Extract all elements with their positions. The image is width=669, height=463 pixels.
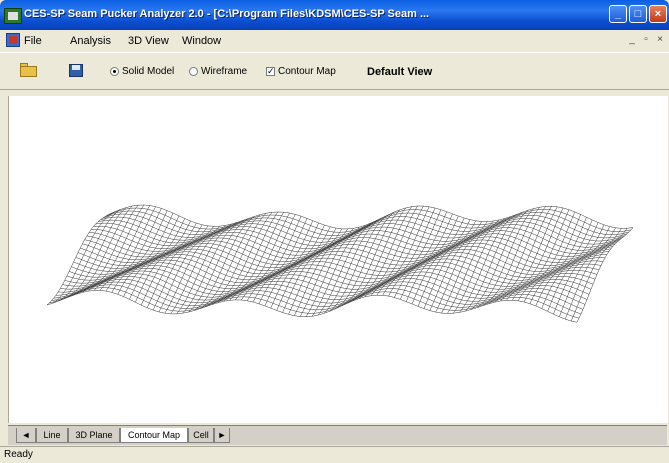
3d-view-canvas[interactable] [8,96,668,423]
close-button[interactable]: × [649,5,667,23]
radio-icon[interactable] [110,66,119,76]
mdi-controls: _ ▫ × [624,34,668,48]
view-tab-strip: ◄ Line 3D Plane Contour Map Cell ► [8,425,667,445]
wireframe-radio[interactable]: Wireframe [189,64,247,80]
menu-analysis[interactable]: Analysis [70,34,111,49]
menu-3d-view[interactable]: 3D View [128,34,169,49]
radio-icon[interactable] [189,66,198,76]
checkbox-icon[interactable] [266,65,275,77]
mdi-restore-button[interactable]: ▫ [640,34,652,46]
window-title: CES-SP Seam Pucker Analyzer 2.0 - [C:\Pr… [24,8,430,20]
contour-map-label: Contour Map [278,66,336,77]
menu-bar: File Analysis 3D View Window _ ▫ × [0,30,669,52]
default-view-button[interactable]: Default View [367,64,432,80]
status-text: Ready [4,449,33,460]
tab-scroll-right[interactable]: ► [214,428,230,443]
tab-line[interactable]: Line [36,428,68,443]
seam-surface-mesh[interactable] [9,96,668,423]
mdi-close-button[interactable]: × [654,34,666,46]
contour-map-checkbox[interactable]: Contour Map [266,64,336,80]
solid-model-label: Solid Model [122,66,175,77]
maximize-button[interactable]: □ [629,5,647,23]
tab-cell[interactable]: Cell [188,428,214,443]
menu-file[interactable]: File [24,34,42,49]
document-icon[interactable] [6,33,20,47]
save-disk-icon[interactable] [66,62,88,80]
mdi-minimize-button[interactable]: _ [626,34,638,46]
app-window: CES-SP Seam Pucker Analyzer 2.0 - [C:\Pr… [0,0,669,463]
solid-model-radio[interactable]: Solid Model [110,64,174,80]
tab-contour-map[interactable]: Contour Map [120,428,188,443]
wireframe-label: Wireframe [201,66,248,77]
title-bar[interactable]: CES-SP Seam Pucker Analyzer 2.0 - [C:\Pr… [0,0,669,30]
surface-mesh-lines [46,204,634,323]
tab-3d-plane[interactable]: 3D Plane [68,428,120,443]
tab-scroll-left[interactable]: ◄ [16,428,36,443]
toolbar: Solid Model Wireframe Contour Map Defaul… [0,52,669,90]
folder-open-icon[interactable] [18,62,40,80]
status-bar: Ready [0,446,669,463]
menu-window[interactable]: Window [182,34,221,49]
app-icon[interactable] [4,8,22,24]
minimize-button[interactable]: _ [609,5,627,23]
